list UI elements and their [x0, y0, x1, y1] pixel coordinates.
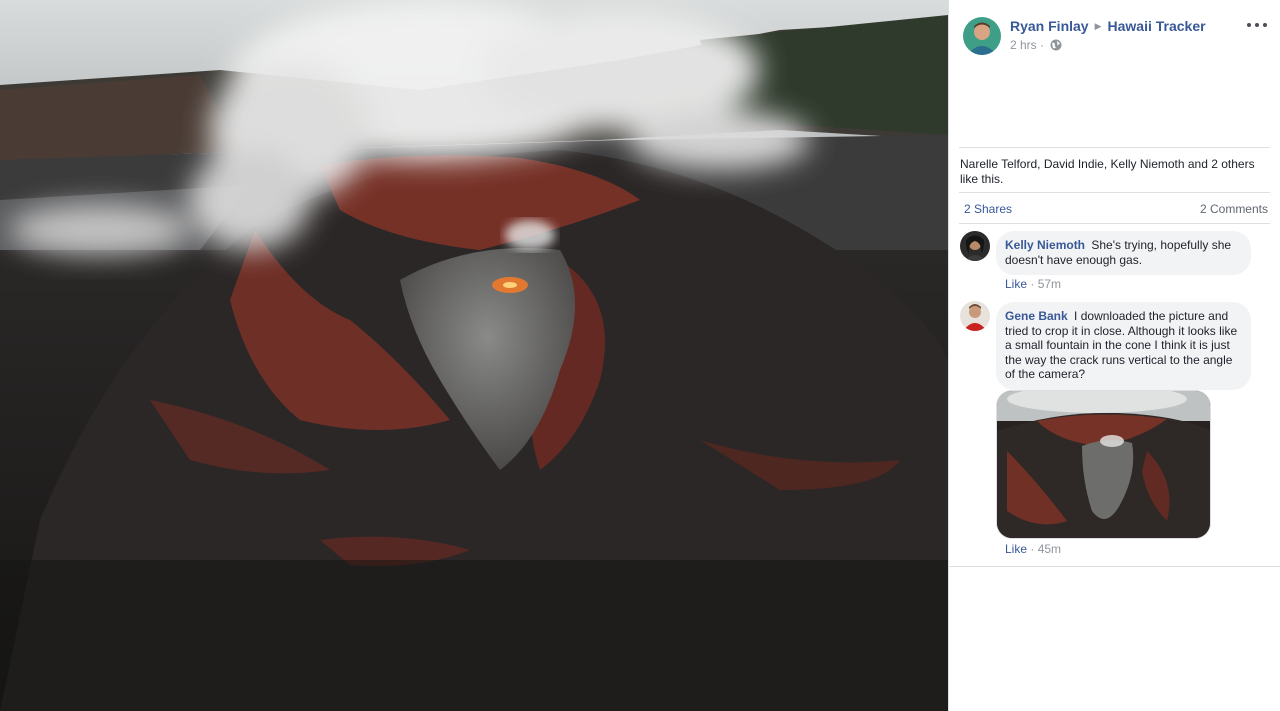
like-comment-link[interactable]: Like	[1005, 542, 1027, 556]
comment-attached-photo[interactable]	[996, 390, 1211, 539]
cropped-crater-image	[997, 391, 1210, 538]
triangle-right-icon: ▶	[1094, 21, 1102, 31]
comment-bubble: Kelly Niemoth She's trying, hopefully sh…	[996, 231, 1251, 275]
divider	[959, 192, 1270, 193]
comment-timestamp[interactable]: 45m	[1038, 542, 1061, 556]
post-sidebar: Ryan Finlay ▶ Hawaii Tracker 2 hrs · Narel…	[948, 0, 1280, 711]
author-name-link[interactable]: Ryan Finlay	[1010, 18, 1089, 34]
comment-bubble: Gene Bank I downloaded the picture and t…	[996, 302, 1251, 390]
comment-actions: Like · 45m	[1005, 542, 1062, 556]
commenter-avatar[interactable]	[960, 231, 990, 261]
like-comment-link[interactable]: Like	[1005, 277, 1027, 291]
more-options-icon[interactable]	[1246, 17, 1268, 33]
post-timestamp[interactable]: 2 hrs	[1010, 38, 1037, 52]
comment-actions: Like · 57m	[1005, 277, 1062, 291]
commenter-name-link[interactable]: Kelly Niemoth	[1005, 238, 1085, 252]
author-avatar[interactable]	[963, 17, 1001, 55]
likes-summary[interactable]: Narelle Telford, David Indie, Kelly Niem…	[960, 157, 1272, 187]
globe-icon	[1050, 39, 1062, 54]
divider	[949, 566, 1280, 567]
commenter-name-link[interactable]: Gene Bank	[1005, 309, 1068, 323]
group-name-link[interactable]: Hawaii Tracker	[1108, 18, 1206, 34]
divider	[959, 147, 1270, 148]
shares-link[interactable]: 2 Shares	[964, 202, 1012, 216]
comment-timestamp[interactable]: 57m	[1038, 277, 1061, 291]
post-meta: 2 hrs ·	[1010, 38, 1062, 54]
commenter-avatar[interactable]	[960, 301, 990, 331]
post-header-names: Ryan Finlay ▶ Hawaii Tracker	[1010, 18, 1206, 34]
divider	[959, 223, 1270, 224]
volcano-crater-image	[0, 0, 948, 711]
comments-count-link[interactable]: 2 Comments	[1200, 202, 1268, 216]
post-photo[interactable]	[0, 0, 948, 711]
